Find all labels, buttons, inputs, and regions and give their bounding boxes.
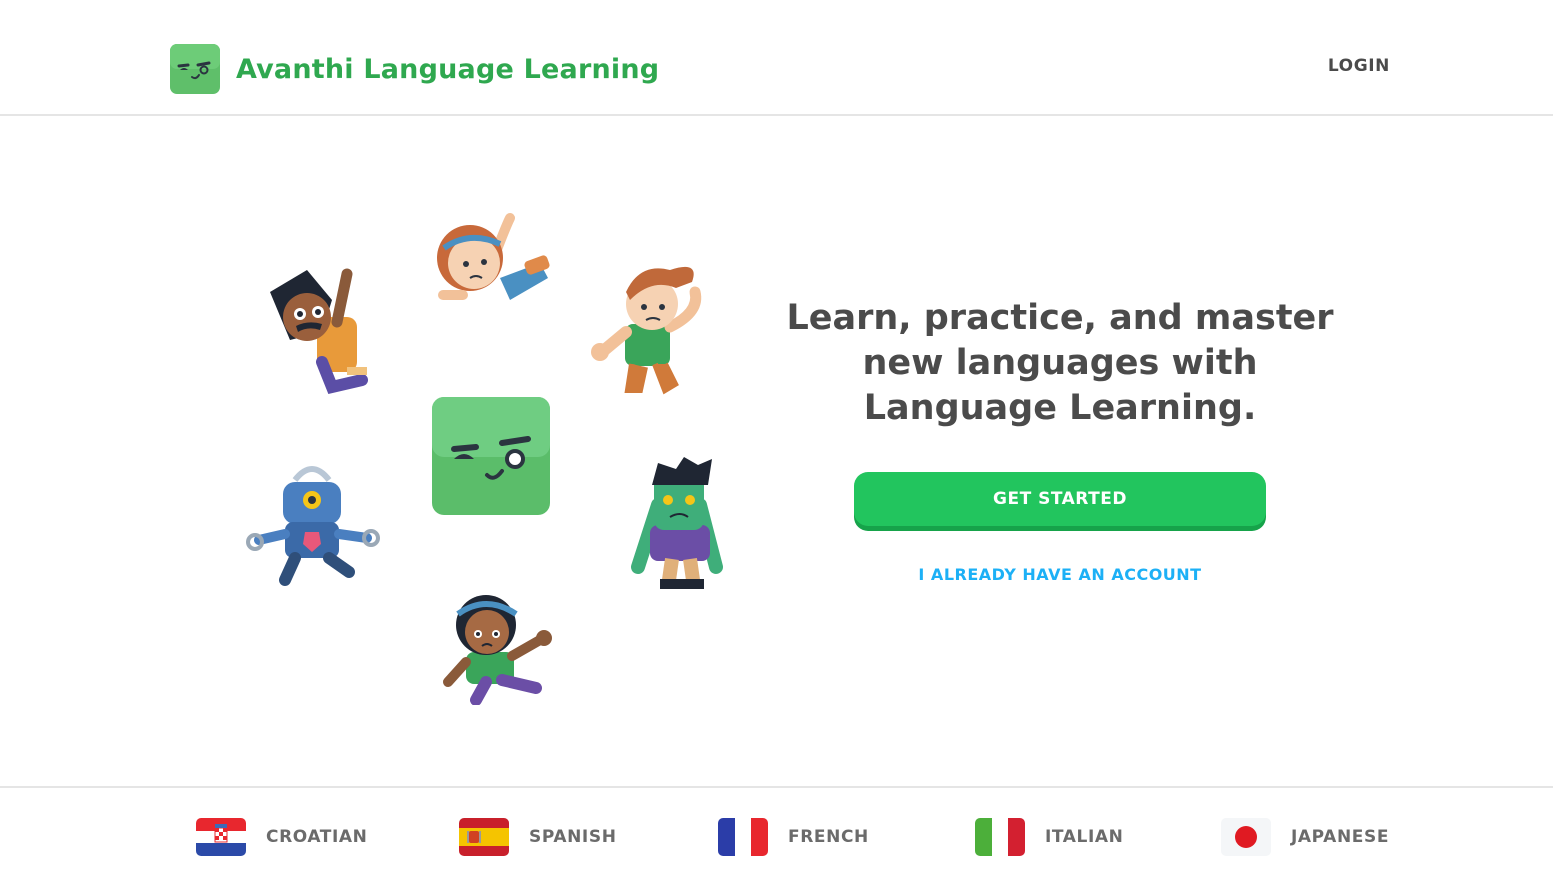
language-label: JAPANESE — [1291, 827, 1390, 847]
language-item-french[interactable]: FRENCH — [718, 818, 869, 856]
girl-headband-character — [443, 595, 552, 705]
characters-illustration — [240, 200, 740, 710]
login-link[interactable]: LOGIN — [1328, 56, 1390, 76]
zombie-character — [631, 457, 723, 589]
language-label: ITALIAN — [1045, 827, 1124, 847]
get-started-button[interactable]: GET STARTED — [854, 472, 1266, 526]
hero-headline: Learn, practice, and master new language… — [786, 298, 1334, 428]
mascot-block-character — [432, 397, 550, 515]
france-flag-icon — [718, 818, 768, 856]
language-label: FRENCH — [788, 827, 869, 847]
brand-name: Avanthi Language Learning — [236, 53, 660, 85]
croatia-flag-icon — [196, 818, 246, 856]
japan-flag-icon — [1221, 818, 1271, 856]
top-header: Avanthi Language Learning LOGIN — [0, 0, 1553, 116]
already-have-account-link[interactable]: I ALREADY HAVE AN ACCOUNT — [854, 565, 1266, 584]
spain-flag-icon — [459, 818, 509, 856]
boy-green-shirt-character — [591, 266, 702, 395]
man-moustache-character — [270, 268, 368, 395]
mascot-logo-icon — [170, 44, 220, 94]
language-item-spanish[interactable]: SPANISH — [459, 818, 617, 856]
language-bar: CROATIAN SPANISH FRENCH ITALIAN JAPANESE — [0, 786, 1553, 876]
language-item-croatian[interactable]: CROATIAN — [196, 818, 368, 856]
italy-flag-icon — [975, 818, 1025, 856]
language-item-italian[interactable]: ITALIAN — [975, 818, 1124, 856]
robot-character — [246, 466, 380, 586]
girl-character-top — [437, 213, 550, 300]
logo[interactable]: Avanthi Language Learning — [170, 44, 659, 94]
language-item-japanese[interactable]: JAPANESE — [1221, 818, 1389, 856]
language-label: CROATIAN — [266, 827, 368, 847]
language-label: SPANISH — [529, 827, 617, 847]
